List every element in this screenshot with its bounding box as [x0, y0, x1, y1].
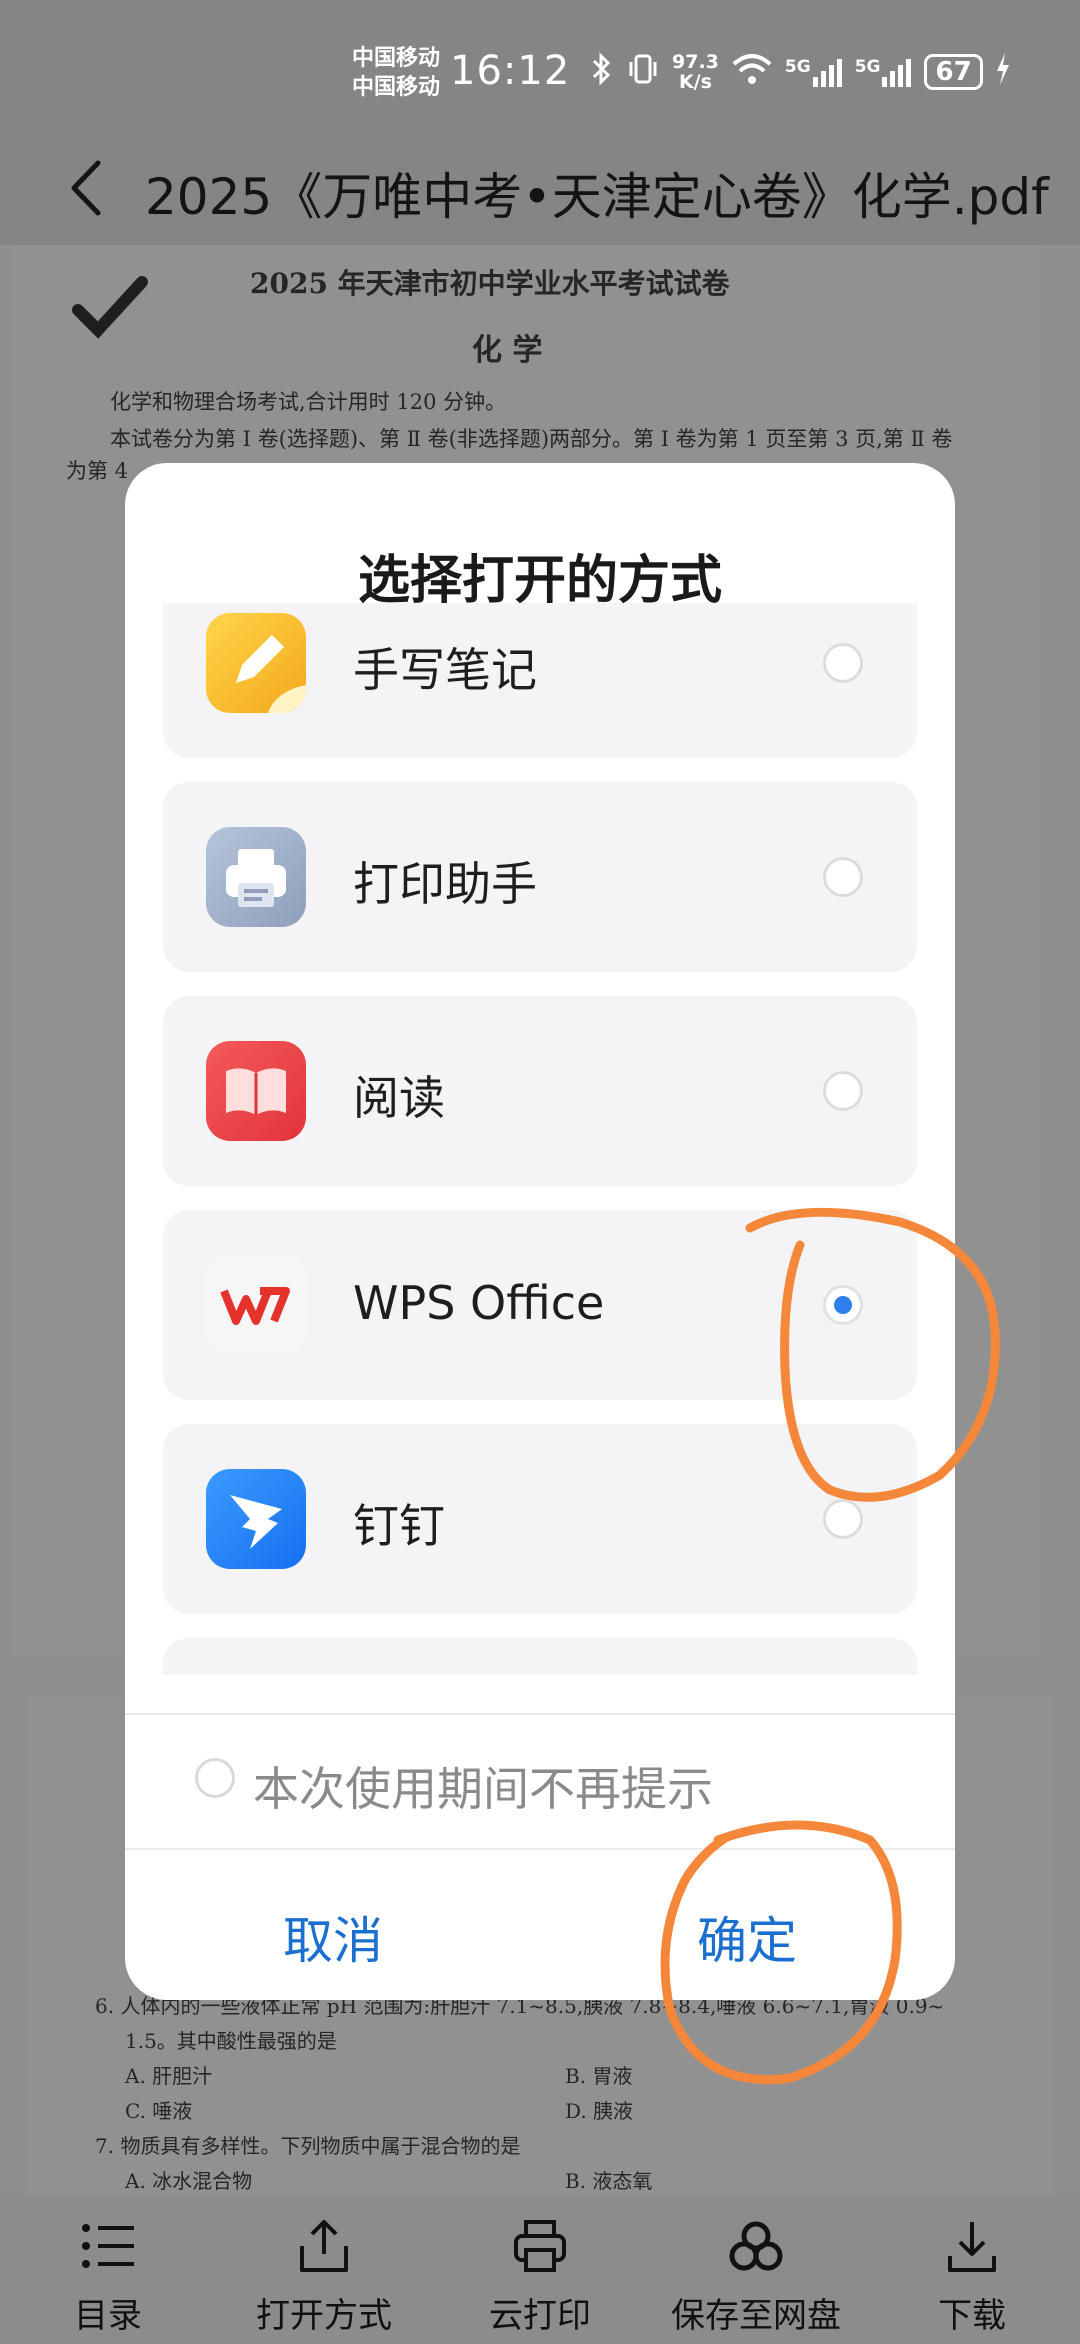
dingtalk-icon [206, 1469, 306, 1569]
doc-question: 7. 物质具有多样性。下列物质中属于混合物的是 [95, 2134, 521, 2158]
bluetooth-icon [590, 51, 614, 93]
document-title: 2025《万唯中考•天津定心卷》化学.pdf [145, 168, 1049, 226]
carrier-2: 中国移动 [352, 75, 441, 100]
doc-subject: 化 学 [472, 333, 543, 368]
toolbar-download[interactable]: 下载 [864, 2194, 1080, 2344]
carrier-labels: 中国移动 中国移动 [352, 44, 440, 102]
speed-value: 97.3 [672, 51, 719, 73]
no-prompt-checkbox[interactable] [195, 1758, 235, 1798]
doc-line: 化学和物理合场考试,合计用时 120 分钟。 [110, 390, 507, 414]
confirm-button[interactable]: 确定 [697, 1901, 797, 1973]
charging-icon [995, 52, 1011, 92]
network-type-1: 5G [784, 57, 811, 77]
toolbar-label: 保存至网盘 [671, 2296, 841, 2336]
option-radio-selected[interactable] [823, 1285, 863, 1325]
divider [125, 1713, 955, 1715]
doc-choice: B. 液态氧 [565, 2169, 653, 2193]
back-arrow-icon [71, 160, 101, 216]
option-radio[interactable] [823, 1071, 863, 1111]
option-reader[interactable]: 阅读 [163, 996, 917, 1186]
pencil-note-icon [206, 613, 306, 713]
option-radio[interactable] [823, 643, 863, 683]
status-icons: 97.3 K/s 5G 5G 67 [590, 51, 1011, 93]
dialog-title: 选择打开的方式 [357, 551, 722, 611]
toolbar-label: 云打印 [489, 2296, 591, 2336]
doc-choice: B. 胃液 [565, 2064, 633, 2088]
share-icon [300, 2220, 348, 2272]
speed-unit: K/s [678, 71, 712, 93]
cancel-button[interactable]: 取消 [283, 1901, 383, 1973]
signal-bars-icon [812, 59, 842, 87]
app-option-list[interactable]: 手写笔记 打印助手 阅读 WPS Office 钉钉 [163, 603, 917, 1675]
doc-heading: 2025 年天津市初中学业水平考试试卷 [250, 267, 730, 300]
doc-question: 1.5。其中酸性最强的是 [125, 2029, 337, 2053]
toolbar-table-of-contents[interactable]: 目录 [0, 2194, 216, 2344]
doc-choice: A. 肝胆汁 [125, 2064, 213, 2088]
doc-line: 为第 4 [66, 459, 129, 483]
vibrate-icon [626, 52, 660, 93]
doc-choice: A. 冰水混合物 [125, 2169, 253, 2193]
option-more[interactable] [163, 1638, 917, 1675]
signal-1: 5G [785, 57, 843, 87]
download-icon [948, 2222, 996, 2272]
doc-choice: D. 胰液 [565, 2099, 634, 2123]
option-label: 手写笔记 [353, 643, 537, 697]
option-radio[interactable] [823, 857, 863, 897]
wifi-icon [731, 52, 773, 93]
battery-indicator: 67 [924, 54, 983, 90]
toolbar-label: 打开方式 [256, 2296, 392, 2336]
network-speed: 97.3 K/s [672, 52, 719, 92]
doc-choice: C. 唾液 [125, 2099, 193, 2123]
wps-icon [206, 1255, 306, 1355]
bottom-toolbar: 目录 打开方式 云打印 保存至网盘 下载 [0, 2194, 1080, 2344]
cloud-drive-icon [729, 2221, 783, 2271]
open-with-dialog: 选择打开的方式 手写笔记 打印助手 阅读 WPS Office 钉钉 本次使用期… [125, 463, 955, 2000]
printer-icon [514, 2220, 566, 2272]
app-header: 2025《万唯中考•天津定心卷》化学.pdf [0, 135, 1080, 245]
option-wps-office[interactable]: WPS Office [163, 1210, 917, 1400]
option-label: WPS Office [353, 1276, 605, 1330]
back-button[interactable] [60, 153, 120, 223]
doc-line: 本试卷分为第 Ⅰ 卷(选择题)、第 Ⅱ 卷(非选择题)两部分。第 Ⅰ 卷为第 1… [110, 427, 953, 451]
checkmark-logo-icon [72, 276, 148, 339]
printer-icon [206, 827, 306, 927]
clock: 16:12 [450, 48, 571, 94]
option-handwriting-notes[interactable]: 手写笔记 [163, 603, 917, 758]
no-prompt-label: 本次使用期间不再提示 [253, 1762, 713, 1816]
divider [125, 1848, 955, 1850]
signal-bars-icon [882, 59, 912, 87]
toolbar-label: 下载 [938, 2296, 1006, 2336]
network-type-2: 5G [854, 57, 881, 77]
status-bar: 中国移动 中国移动 16:12 97.3 K/s 5G 5G 67 [0, 0, 1080, 135]
option-label: 阅读 [353, 1071, 445, 1125]
carrier-1: 中国移动 [352, 46, 441, 71]
option-radio[interactable] [823, 1499, 863, 1539]
toolbar-open-with[interactable]: 打开方式 [216, 2194, 432, 2344]
toolbar-label: 目录 [74, 2296, 142, 2336]
toolbar-save-to-cloud[interactable]: 保存至网盘 [648, 2194, 864, 2344]
toolbar-cloud-print[interactable]: 云打印 [432, 2194, 648, 2344]
option-label: 钉钉 [353, 1499, 445, 1553]
option-label: 打印助手 [353, 857, 537, 911]
signal-2: 5G [855, 57, 913, 87]
option-print-assistant[interactable]: 打印助手 [163, 782, 917, 972]
list-icon [82, 2224, 134, 2268]
book-icon [206, 1041, 306, 1141]
option-dingtalk[interactable]: 钉钉 [163, 1424, 917, 1614]
